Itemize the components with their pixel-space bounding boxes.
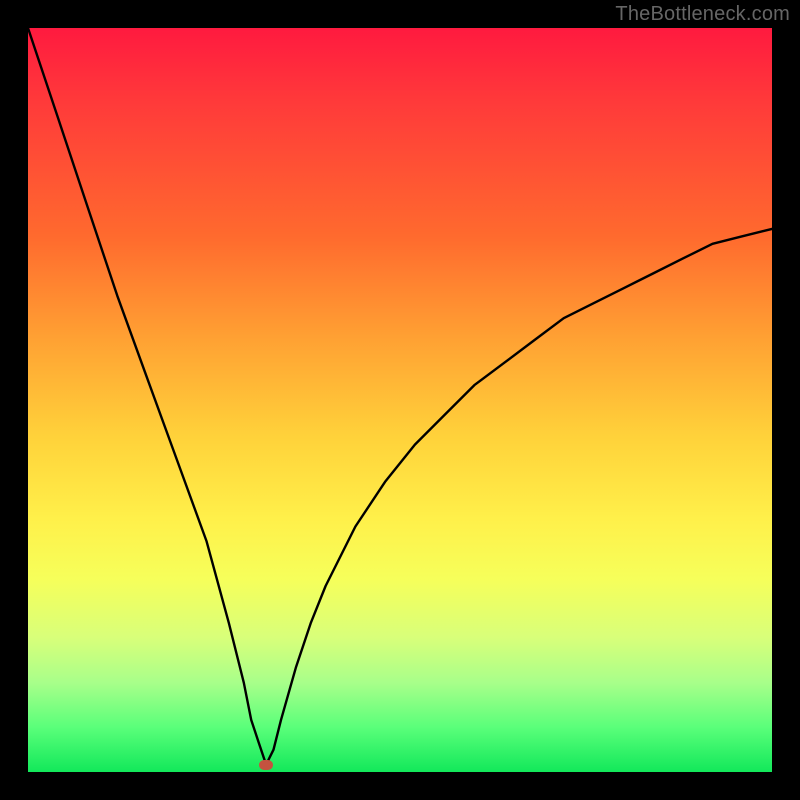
- brand-watermark: TheBottleneck.com: [615, 3, 790, 26]
- chart-frame: TheBottleneck.com: [0, 0, 800, 800]
- minimum-marker: [259, 760, 273, 770]
- bottleneck-curve: [28, 28, 772, 772]
- plot-area: [28, 28, 772, 772]
